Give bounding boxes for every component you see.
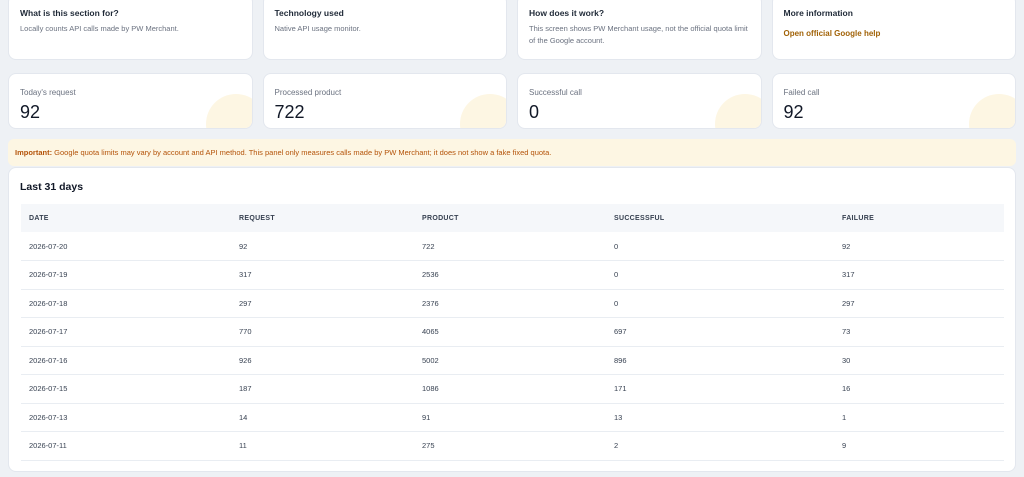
cell-successful: 0 [606, 289, 834, 318]
notice-text: Google quota limits may vary by account … [52, 148, 552, 157]
info-card-title: How does it work? [529, 8, 605, 18]
cell-failure: 1 [834, 403, 1004, 432]
table-row: 2026-07-15 187 1086 171 16 [21, 374, 1004, 404]
table-row: 2026-07-13 14 91 13 1 [21, 403, 1004, 432]
table-row: 2026-07-11 11 275 2 9 [21, 431, 1004, 461]
cell-date: 2026-07-19 [21, 260, 231, 290]
cell-successful: 896 [606, 346, 834, 375]
cell-request: 926 [231, 346, 414, 375]
cell-failure: 73 [834, 317, 1004, 347]
cell-failure: 16 [834, 374, 1004, 404]
info-card-technology: Technology used Native API usage monitor… [262, 0, 507, 60]
info-card-description: This screen shows PW Merchant usage, not… [529, 24, 748, 45]
google-help-link[interactable]: Open official Google help [784, 29, 881, 38]
stat-label: Successful call [529, 88, 582, 97]
cell-product: 2536 [414, 260, 606, 290]
column-header-date: DATE [29, 214, 49, 222]
table-title: Last 31 days [20, 181, 84, 193]
cell-product: 2376 [414, 289, 606, 318]
info-card-more-information: More information Open official Google he… [771, 0, 1016, 60]
info-cards-row: What is this section for? Locally counts… [8, 0, 1016, 60]
cell-request: 14 [231, 403, 414, 432]
info-card-how-it-works: How does it work? This screen shows PW M… [517, 0, 762, 60]
stat-value: 92 [20, 102, 41, 122]
usage-table-card: Last 31 days DATE REQUEST PRODUCT SUCCES… [8, 167, 1016, 472]
notice-strong: Important: [15, 148, 53, 157]
stat-label: Today's request [20, 88, 76, 97]
cell-date: 2026-07-15 [21, 374, 231, 404]
stat-value: 722 [274, 102, 305, 122]
cell-date: 2026-07-11 [21, 431, 231, 461]
cell-product: 4065 [414, 317, 606, 347]
stat-label: Failed call [783, 88, 820, 97]
cell-failure: 30 [834, 346, 1004, 375]
stat-card-failed-call: Failed call 92 [771, 73, 1016, 129]
info-card-title: Technology used [274, 8, 344, 18]
cell-successful: 13 [606, 403, 834, 432]
table-row: 2026-07-20 92 722 0 92 [21, 232, 1004, 261]
stats-row: Today's request 92 Processed product 722… [8, 73, 1016, 129]
stat-value: 92 [783, 102, 804, 122]
table-header-row: DATE REQUEST PRODUCT SUCCESSFUL FAILURE [21, 204, 1004, 232]
cell-product: 1086 [414, 374, 606, 404]
table-row: 2026-07-19 317 2536 0 317 [21, 260, 1004, 290]
info-card-title: More information [783, 8, 853, 18]
stat-card-processed-product: Processed product 722 [262, 73, 507, 129]
info-card-title: What is this section for? [20, 8, 119, 18]
cell-request: 187 [231, 374, 414, 404]
cell-failure: 92 [834, 232, 1004, 261]
cell-successful: 0 [606, 232, 834, 261]
cell-request: 317 [231, 260, 414, 290]
cell-failure: 317 [834, 260, 1004, 290]
cell-date: 2026-07-20 [21, 232, 231, 261]
cell-request: 770 [231, 317, 414, 347]
cell-date: 2026-07-13 [21, 403, 231, 432]
quota-notice-banner: Important: Google quota limits may vary … [8, 139, 1016, 166]
stat-card-todays-request: Today's request 92 [8, 73, 253, 129]
cell-successful: 0 [606, 260, 834, 290]
table-body: 2026-07-20 92 722 0 92 2026-07-19 317 2536 0 317 2… [21, 232, 1004, 461]
cell-product: 722 [414, 232, 606, 261]
table-row: 2026-07-16 926 5002 896 30 [21, 346, 1004, 375]
cell-failure: 9 [834, 431, 1004, 461]
usage-table: DATE REQUEST PRODUCT SUCCESSFUL FAILURE … [21, 204, 1004, 461]
cell-request: 11 [231, 431, 414, 461]
cell-product: 275 [414, 431, 606, 461]
info-card-description: Locally counts API calls made by PW Merc… [20, 24, 179, 33]
column-header-failure: FAILURE [842, 214, 875, 222]
cell-successful: 171 [606, 374, 834, 404]
cell-request: 297 [231, 289, 414, 318]
info-card-description: Native API usage monitor. [274, 24, 361, 33]
info-card-purpose: What is this section for? Locally counts… [8, 0, 253, 60]
cell-date: 2026-07-16 [21, 346, 231, 375]
cell-request: 92 [231, 232, 414, 261]
column-header-product: PRODUCT [422, 214, 459, 222]
cell-date: 2026-07-17 [21, 317, 231, 347]
column-header-request: REQUEST [239, 214, 275, 222]
table-row: 2026-07-18 297 2376 0 297 [21, 289, 1004, 318]
cell-failure: 297 [834, 289, 1004, 318]
column-header-successful: SUCCESSFUL [614, 214, 665, 222]
cell-product: 91 [414, 403, 606, 432]
cell-date: 2026-07-18 [21, 289, 231, 318]
cell-successful: 697 [606, 317, 834, 347]
stat-label: Processed product [274, 88, 342, 97]
stat-value: 0 [529, 102, 540, 122]
stat-card-successful-call: Successful call 0 [517, 73, 762, 129]
cell-product: 5002 [414, 346, 606, 375]
cell-successful: 2 [606, 431, 834, 461]
table-row: 2026-07-17 770 4065 697 73 [21, 317, 1004, 347]
